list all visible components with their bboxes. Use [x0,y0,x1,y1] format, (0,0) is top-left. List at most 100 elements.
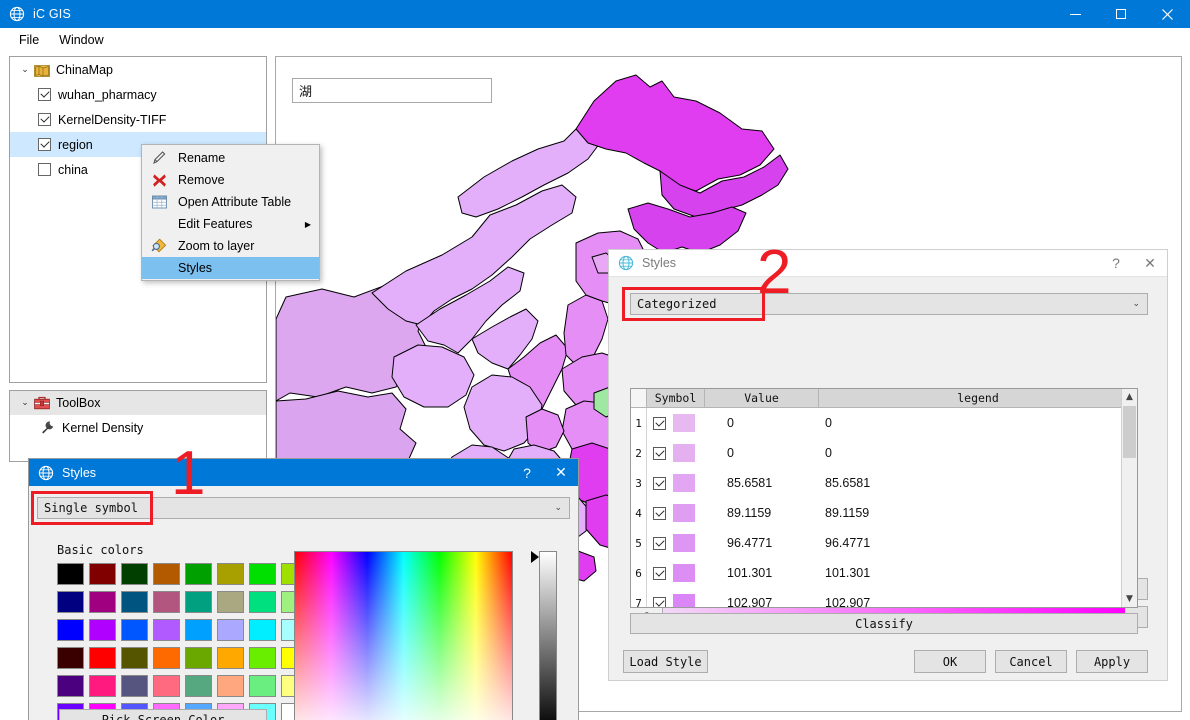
row-color-swatch[interactable] [673,474,695,492]
row-symbol[interactable] [647,534,721,552]
row-checkbox[interactable] [653,446,666,460]
value-slider-wrap[interactable] [531,551,557,720]
cancel-button[interactable]: Cancel [995,650,1067,673]
color-swatch[interactable] [217,619,244,641]
layer-checkbox[interactable] [38,113,51,126]
color-swatch[interactable] [153,591,180,613]
pick-screen-color-button[interactable]: Pick Screen Color [59,709,267,720]
table-row[interactable]: 4 89.1159 89.1159 [631,498,1122,528]
row-color-swatch[interactable] [673,444,695,462]
scrollbar-thumb[interactable] [1123,406,1136,458]
row-symbol[interactable] [647,564,721,582]
color-swatch[interactable] [185,591,212,613]
table-row[interactable]: 5 96.4771 96.4771 [631,528,1122,558]
row-checkbox[interactable] [653,416,666,430]
color-swatch[interactable] [153,619,180,641]
value-slider[interactable] [539,551,557,720]
table-row[interactable]: 3 85.6581 85.6581 [631,468,1122,498]
color-swatch[interactable] [89,647,116,669]
classify-button[interactable]: Classify [630,613,1138,634]
color-swatch[interactable] [249,563,276,585]
row-color-swatch[interactable] [673,414,695,432]
color-swatch[interactable] [185,563,212,585]
layer-checkbox[interactable] [38,163,51,176]
layer-item-kerneldensity-tiff[interactable]: KernelDensity-TIFF [10,107,266,132]
color-swatch[interactable] [89,675,116,697]
color-swatch[interactable] [121,675,148,697]
close-button[interactable] [1144,0,1190,28]
color-swatch[interactable] [121,647,148,669]
help-button[interactable]: ? [510,459,544,486]
color-swatch[interactable] [185,619,212,641]
color-swatch[interactable] [89,563,116,585]
layer-checkbox[interactable] [38,88,51,101]
table-row[interactable]: 2 0 0 [631,438,1122,468]
color-swatch[interactable] [121,591,148,613]
close-dialog-button[interactable]: ✕ [544,459,578,486]
toolbox-item-kernel-density[interactable]: Kernel Density [10,415,266,440]
layer-item-wuhan-pharmacy[interactable]: wuhan_pharmacy [10,82,266,107]
color-swatch[interactable] [153,563,180,585]
scroll-up-icon[interactable]: ▲ [1122,389,1137,405]
minimize-button[interactable] [1052,0,1098,28]
context-menu-item-zoom-to-layer[interactable]: Zoom to layer [142,235,319,257]
color-swatch[interactable] [89,591,116,613]
chevron-down-icon[interactable]: ⌄ [18,63,32,77]
row-color-swatch[interactable] [673,594,695,607]
row-color-swatch[interactable] [673,534,695,552]
row-checkbox[interactable] [653,536,666,550]
table-row[interactable]: 7 102.907 102.907 [631,588,1122,607]
close-dialog-button[interactable]: ✕ [1133,250,1167,277]
scroll-down-icon[interactable]: ▼ [1122,591,1137,607]
row-symbol[interactable] [647,474,721,492]
color-swatch[interactable] [185,647,212,669]
color-swatch[interactable] [57,647,84,669]
row-symbol[interactable] [647,594,721,607]
context-menu-item-remove[interactable]: Remove [142,169,319,191]
color-swatch[interactable] [249,675,276,697]
layer-group-chinamap[interactable]: ⌄ ChinaMap [10,57,266,82]
apply-button[interactable]: Apply [1076,650,1148,673]
row-symbol[interactable] [647,414,721,432]
row-symbol[interactable] [647,504,721,522]
table-vertical-scrollbar[interactable]: ▲ ▼ [1121,389,1137,607]
color-swatch[interactable] [57,675,84,697]
row-checkbox[interactable] [653,596,666,607]
context-menu-item-styles[interactable]: Styles [142,257,319,279]
table-row[interactable]: 1 0 0 [631,408,1122,438]
context-menu-item-rename[interactable]: Rename [142,147,319,169]
saturation-value-picker[interactable] [294,551,513,720]
table-header-value[interactable]: Value [705,389,819,407]
layer-checkbox[interactable] [38,138,51,151]
row-checkbox[interactable] [653,506,666,520]
color-swatch[interactable] [217,675,244,697]
color-swatch[interactable] [121,563,148,585]
color-swatch[interactable] [89,619,116,641]
row-color-swatch[interactable] [673,564,695,582]
maximize-button[interactable] [1098,0,1144,28]
row-checkbox[interactable] [653,566,666,580]
table-header-legend[interactable]: legend [819,389,1137,407]
color-swatch[interactable] [153,675,180,697]
context-menu-item-edit-features[interactable]: Edit Features ▶ [142,213,319,235]
color-swatch[interactable] [57,591,84,613]
color-swatch[interactable] [249,619,276,641]
color-swatch[interactable] [153,647,180,669]
color-swatch[interactable] [217,563,244,585]
help-button[interactable]: ? [1099,250,1133,277]
menu-file[interactable]: File [9,30,49,50]
context-menu-item-open-attribute-table[interactable]: Open Attribute Table [142,191,319,213]
row-color-swatch[interactable] [673,504,695,522]
color-swatch[interactable] [57,563,84,585]
table-row[interactable]: 6 101.301 101.301 [631,558,1122,588]
color-swatch[interactable] [217,591,244,613]
menu-window[interactable]: Window [49,30,113,50]
color-swatch[interactable] [185,675,212,697]
color-swatch[interactable] [249,647,276,669]
row-checkbox[interactable] [653,476,666,490]
row-symbol[interactable] [647,444,721,462]
value-slider-handle[interactable] [531,551,539,563]
load-style-button[interactable]: Load Style [623,650,708,673]
ok-button[interactable]: OK [914,650,986,673]
table-header-symbol[interactable]: Symbol [647,389,705,407]
